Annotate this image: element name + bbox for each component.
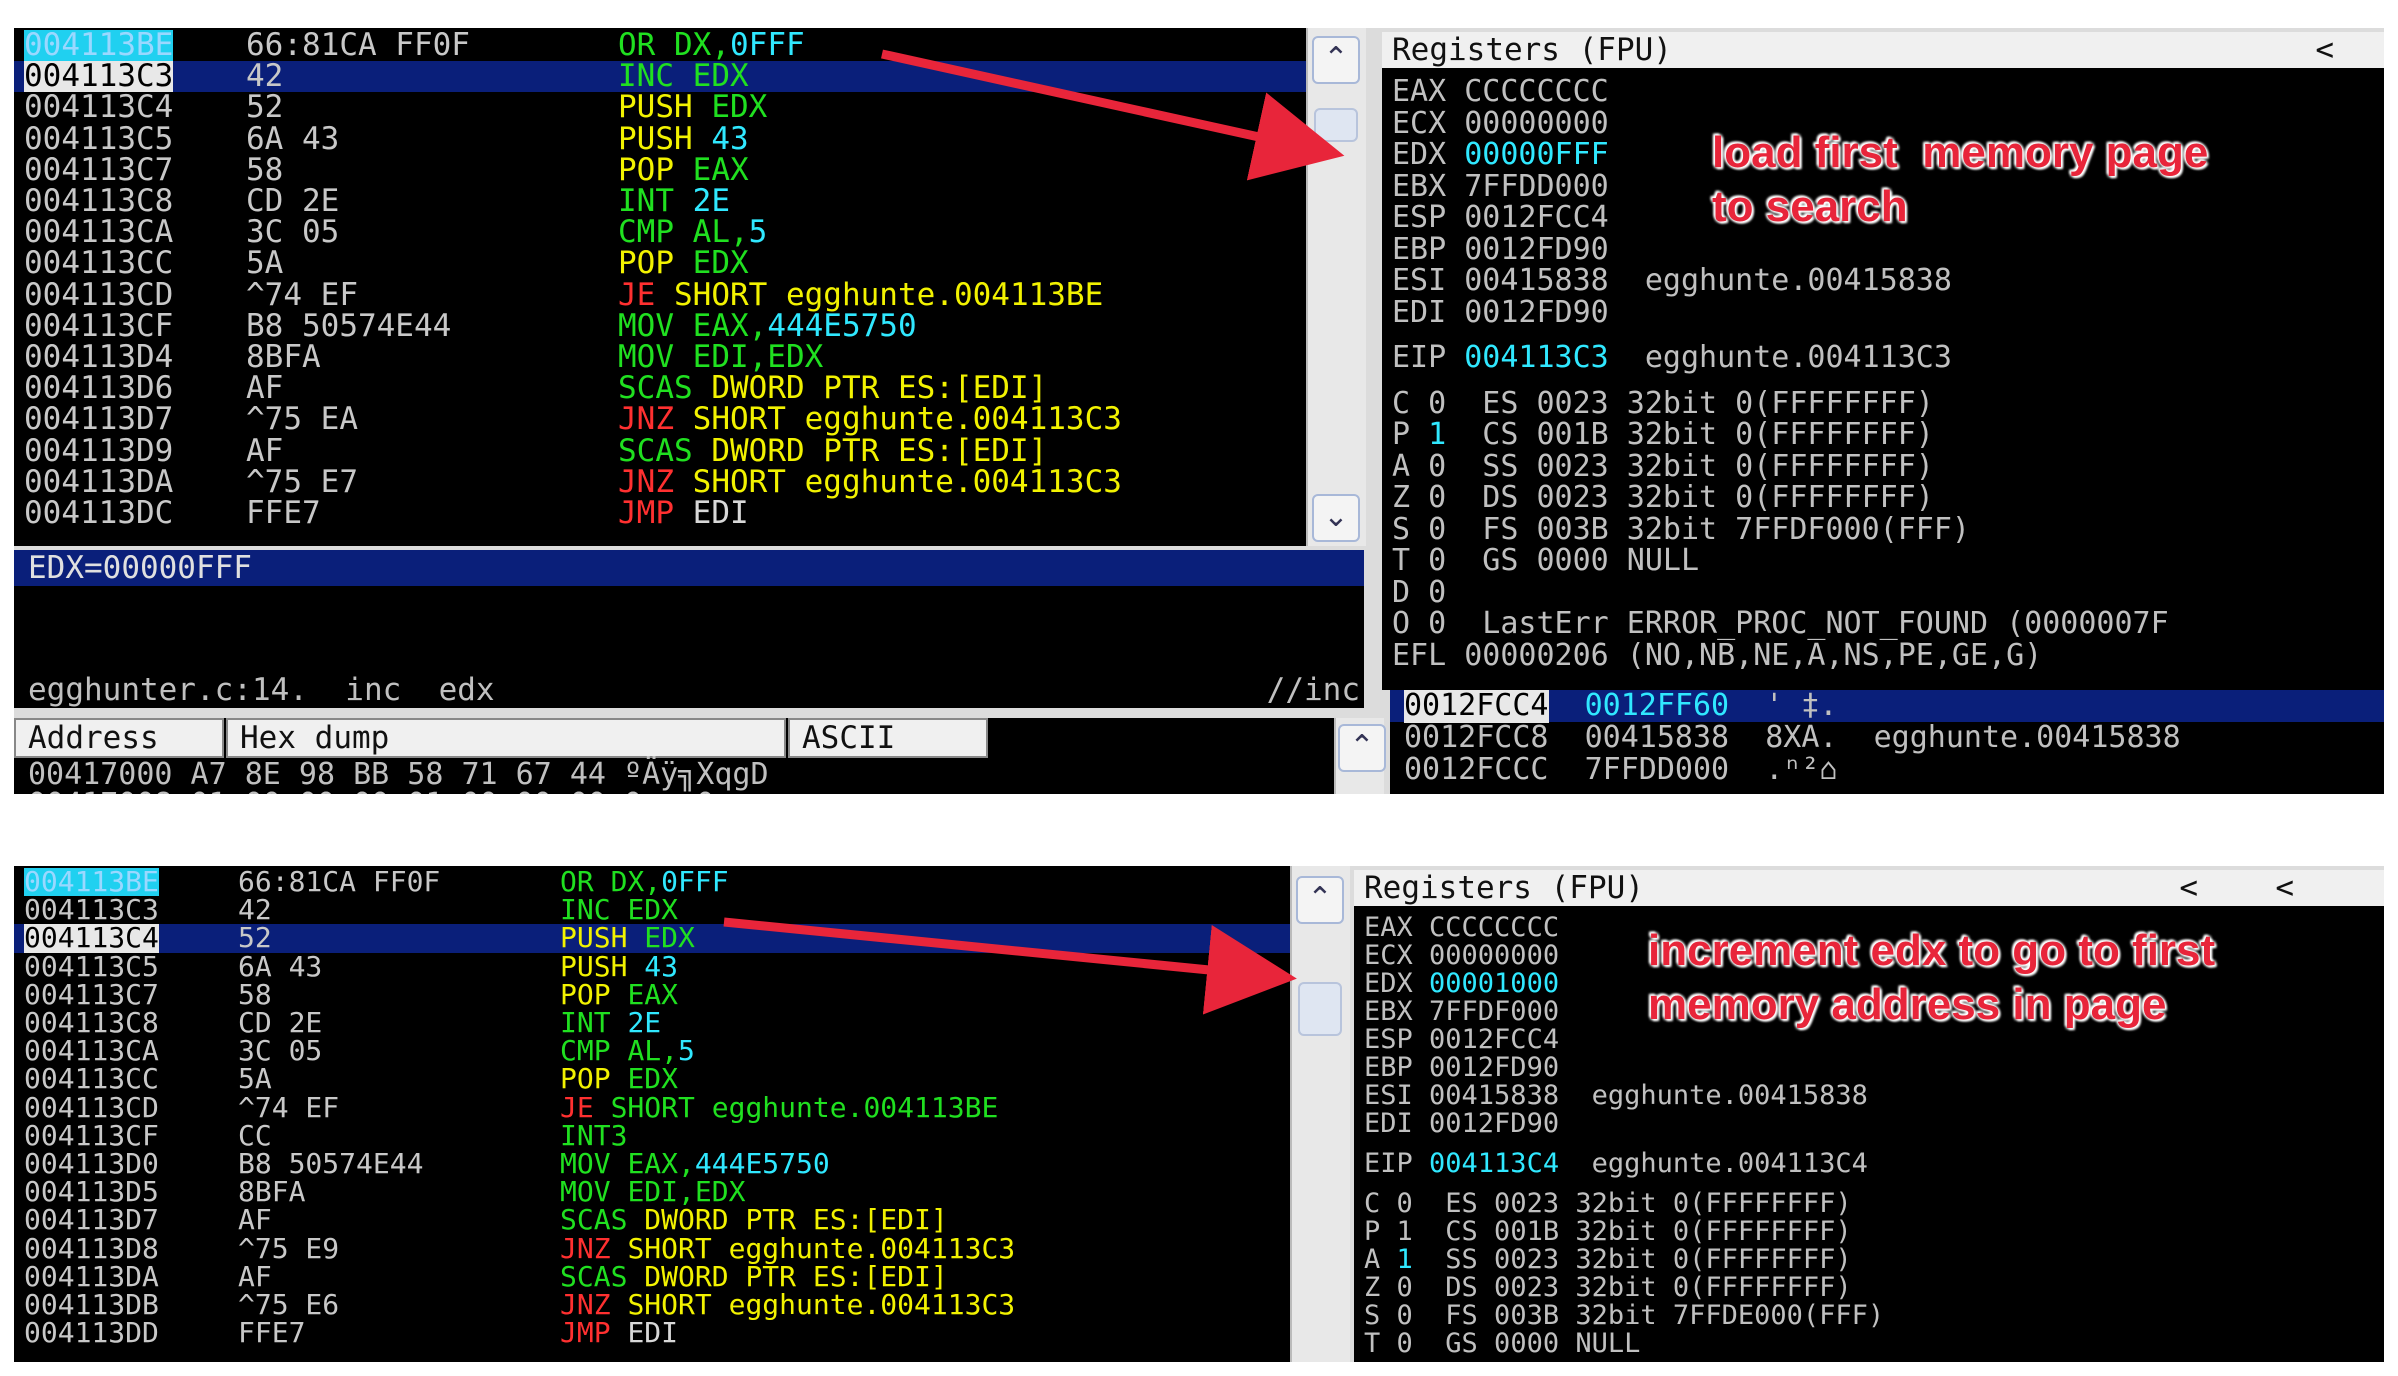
bottom-arrow <box>723 917 1297 1015</box>
annotation-arrows <box>723 49 1345 1015</box>
top-arrow <box>881 49 1345 181</box>
